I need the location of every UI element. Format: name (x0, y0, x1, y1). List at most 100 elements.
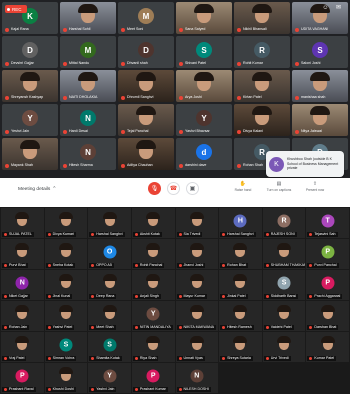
participant-tile[interactable]: Sana Saiyed (176, 2, 232, 34)
mic-muted-icon (4, 326, 7, 329)
participant-tile[interactable]: P Purvi Panchal (306, 239, 349, 269)
participant-tile[interactable]: SUJAL PATEL (1, 208, 44, 238)
participant-name-label: Deep Rana (89, 294, 117, 299)
participant-tile[interactable]: manishaa shah (292, 70, 348, 102)
participant-tile[interactable]: Jinal Kunal (44, 270, 88, 300)
participant-name: Yeshvi Jain (11, 129, 30, 133)
present-now-button[interactable]: ⇧ Present now (302, 181, 328, 192)
mic-muted-icon (91, 233, 95, 236)
participant-tile[interactable]: Unnati Vyas (175, 332, 219, 362)
meeting-details-label: Meeting details (18, 186, 51, 192)
participant-tile[interactable]: Mayank Shah (2, 138, 58, 170)
participant-tile[interactable]: Y Yashvi Bhavsar (176, 104, 232, 136)
people-icon[interactable]: ☺ (322, 5, 329, 12)
participant-tile[interactable]: Meet Shah (88, 301, 131, 331)
participant-tile[interactable]: N NILESH DOSHI (175, 363, 219, 393)
mic-muted-icon (134, 326, 138, 329)
participant-tile[interactable]: d darshini dave (176, 138, 232, 170)
captions-button[interactable]: ▤ Turn on captions (266, 181, 292, 192)
participant-tile[interactable]: Nikhil Bhansali (234, 2, 290, 34)
participant-tile[interactable]: Divya Kalani (234, 104, 290, 136)
participant-tile[interactable]: Akshit Kotak (131, 208, 175, 238)
participant-tile[interactable]: Harshal Sanghvi (88, 208, 131, 238)
participant-tile[interactable]: Harshal Sohil (60, 2, 116, 34)
participant-tile[interactable]: Vraj Patel (1, 332, 44, 362)
participant-tile[interactable]: S Saloni Joshi (292, 36, 348, 68)
participant-tile[interactable]: Sneha Kotak (44, 239, 88, 269)
participant-tile[interactable]: P Prashant Raval (1, 363, 44, 393)
participant-tile[interactable]: Anjali Singh (131, 270, 175, 300)
participant-avatar: M (138, 8, 154, 25)
participant-tile[interactable]: Yashvi Patel (44, 301, 88, 331)
participant-tile[interactable]: Tejal Panchal (118, 104, 174, 136)
participant-tile[interactable]: Shreya Sutaria (219, 332, 262, 362)
participant-tile[interactable]: Rohit Panchal (131, 239, 175, 269)
participant-tile[interactable]: NAITI DHOLAKIA (60, 70, 116, 102)
participant-tile[interactable]: Sia Trivedi (175, 208, 219, 238)
mic-muted-icon (5, 27, 9, 32)
participant-name: Tejasvini Sah (314, 232, 336, 236)
participant-tile[interactable]: M Mittal Nandu (60, 36, 116, 68)
participant-tile[interactable]: P Prashant Kumar (131, 363, 175, 393)
participant-tile[interactable]: Aditya Chauhan (118, 138, 174, 170)
meeting-details-button[interactable]: Meeting details ⌃ (18, 187, 56, 192)
camera-button[interactable]: ▣ (186, 182, 199, 195)
participant-tile[interactable]: Khushi Doshi (44, 363, 88, 393)
participant-tile[interactable]: Kumar Patel (306, 332, 349, 362)
participant-tile[interactable]: Y NITIN MANDALIYA (131, 301, 175, 331)
participant-tile[interactable]: O OPPO A5 (88, 239, 131, 269)
participant-tile[interactable]: S Siddharth Bansi (262, 270, 306, 300)
mic-off-button[interactable]: 🎙 (148, 182, 161, 195)
participant-tile[interactable]: Kirtan Patel (234, 70, 290, 102)
participant-name: Rohan Shah (243, 163, 263, 167)
participant-tile[interactable]: Vaidehi Patel (262, 301, 306, 331)
participant-tile[interactable]: D Dhvanil shah (118, 36, 174, 68)
participant-popup[interactable]: K Khushboo Shah (outside B K School of B… (266, 151, 344, 177)
participant-tile[interactable]: S Shivani Patel (176, 36, 232, 68)
participant-tile[interactable]: Y Yeshvi Jain (2, 104, 58, 136)
participant-tile[interactable]: Shreyansh Kashyap (2, 70, 58, 102)
participant-tile[interactable]: NIKITA MAKWANA (175, 301, 219, 331)
participant-tile[interactable]: S Simran Vohra (44, 332, 88, 362)
participant-tile[interactable]: Jhanvi Joshi (175, 239, 219, 269)
participant-tile[interactable]: Rohan Jain (1, 301, 44, 331)
participant-tile[interactable]: Arya Joshi (176, 70, 232, 102)
participant-tile[interactable]: Nitya Jaiswal (292, 104, 348, 136)
participant-tile[interactable]: R Rohit Kumar (234, 36, 290, 68)
participant-tile[interactable]: R RAJESH SONI (262, 208, 306, 238)
participant-tile[interactable]: N Niket Gajjar (1, 270, 44, 300)
participant-tile[interactable]: N Hardi Desai (60, 104, 116, 136)
participant-tile[interactable]: Purvi Bhat (1, 239, 44, 269)
raise-hand-button[interactable]: ✋ Raise hand (230, 181, 256, 192)
participant-tile[interactable]: H Harshal Sanghvi (219, 208, 262, 238)
participant-tile[interactable]: M Meet Soni (118, 2, 174, 34)
participant-tile[interactable]: D Devshri Gajjar (2, 36, 58, 68)
participant-name-label: Urvi Trivedi (263, 356, 291, 361)
participant-avatar: R (277, 214, 291, 228)
chat-icon[interactable]: ✉ (335, 5, 342, 12)
participant-tile[interactable]: Rohan Bhat (219, 239, 262, 269)
participant-tile[interactable]: P Prachi Aggarwal (306, 270, 349, 300)
participant-tile[interactable]: Urvi Trivedi (262, 332, 306, 362)
hang-up-button[interactable]: ☎ (167, 182, 180, 195)
participant-tile[interactable]: T Tejasvini Sah (306, 208, 349, 238)
mic-muted-icon (4, 264, 7, 267)
participant-tile[interactable]: Deep Rana (88, 270, 131, 300)
participant-tile[interactable]: Jinkal Patel (219, 270, 262, 300)
zoom-gallery-window: SUJAL PATEL Divya Kumari Harshal Sanghvi Ak… (0, 207, 350, 394)
participant-tile[interactable]: Mayur Kumar (175, 270, 219, 300)
participant-tile[interactable]: Darshan Bhat (306, 301, 349, 331)
participant-tile[interactable]: S Shamita Kotak (88, 332, 131, 362)
participant-name: Harshal Sohil (69, 27, 91, 31)
participant-tile[interactable]: Hitesh Ramesh (219, 301, 262, 331)
participant-avatar: R (254, 42, 270, 59)
participant-tile[interactable]: Riya Shah (131, 332, 175, 362)
participant-tile[interactable]: N Hitesh Sharma (60, 138, 116, 170)
participant-tile[interactable]: Divya Kumari (44, 208, 88, 238)
participant-tile[interactable]: Y Yashvi Jain (88, 363, 131, 393)
participant-tile[interactable]: Dhrumil Sanghvi (118, 70, 174, 102)
participant-video (15, 243, 30, 257)
participant-tile[interactable]: SHUBHAM THAKKAR (262, 239, 306, 269)
mic-muted-icon (47, 326, 51, 329)
participant-name: Unnati Vyas (183, 356, 203, 360)
